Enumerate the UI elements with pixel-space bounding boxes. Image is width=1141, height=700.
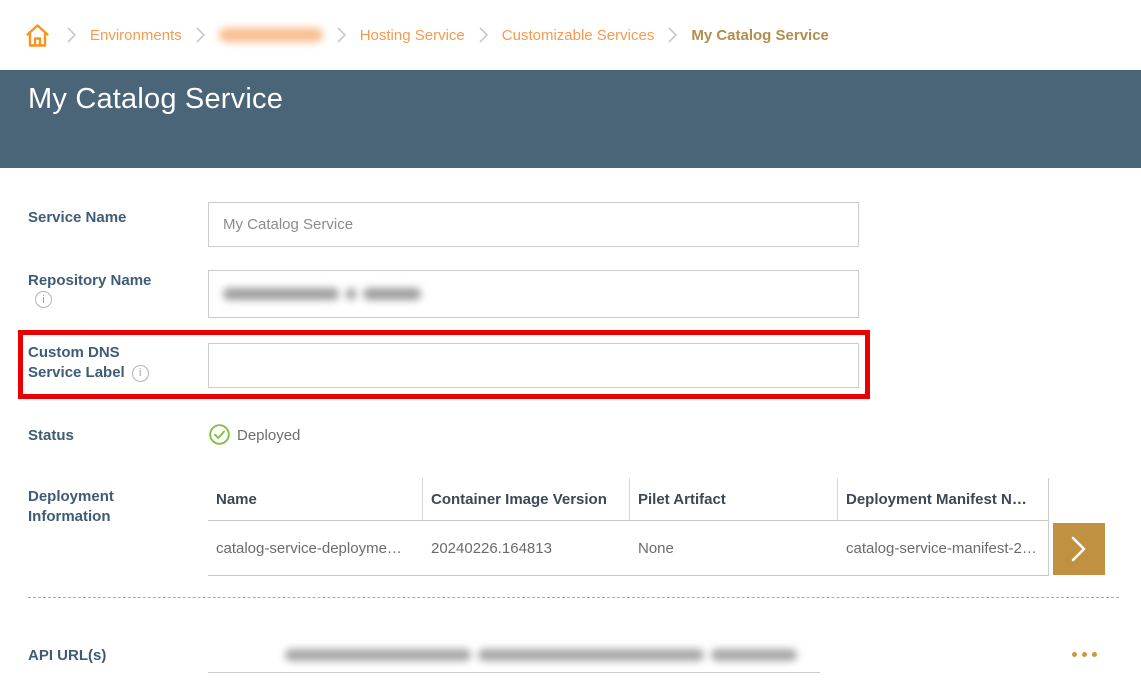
chevron-right-icon [668,27,677,43]
breadcrumb-item-environments[interactable]: Environments [90,27,182,44]
cell-pilet-artifact: None [630,540,838,557]
repository-name-input[interactable] [208,270,859,318]
column-header-name: Name [208,478,423,520]
custom-dns-label-line1: Custom DNS [28,343,149,363]
custom-dns-label-line2: Service Label [28,363,125,383]
page-header-band: My Catalog Service [0,70,1141,168]
ellipsis-icon[interactable] [1068,648,1101,661]
custom-dns-label: Custom DNS Service Label i [28,343,149,383]
repository-name-info-icon[interactable]: i [35,291,52,308]
home-icon[interactable] [24,22,51,49]
table-row[interactable]: catalog-service-deployme… 20240226.16481… [208,521,1048,576]
chevron-right-icon [196,27,205,43]
column-header-deployment-manifest: Deployment Manifest N… [838,478,1048,520]
breadcrumb-item-customizable-services[interactable]: Customizable Services [502,27,655,44]
breadcrumb-item-current: My Catalog Service [691,27,829,44]
service-name-input[interactable]: My Catalog Service [208,202,859,247]
page-title: My Catalog Service [28,83,283,116]
breadcrumb: Environments Hosting Service Customizabl… [0,0,1141,70]
deployment-table: Name Container Image Version Pilet Artif… [208,478,1049,576]
status-value: Deployed [237,427,300,444]
custom-dns-input[interactable] [208,343,859,388]
breadcrumb-item-hosting-service[interactable]: Hosting Service [360,27,465,44]
custom-dns-info-icon[interactable]: i [132,365,149,382]
cell-deployment-manifest: catalog-service-manifest-2… [838,540,1048,557]
service-name-value: My Catalog Service [223,216,353,233]
cell-container-image-version: 20240226.164813 [423,540,630,557]
status-label: Status [28,426,74,446]
breadcrumb-item-redacted[interactable] [219,28,323,42]
section-divider [28,597,1119,598]
deployment-information-label: Deployment Information [28,487,114,527]
api-urls-label: API URL(s) [28,646,106,666]
cell-name: catalog-service-deployme… [208,540,423,557]
service-name-label: Service Name [28,208,126,228]
column-header-pilet-artifact: Pilet Artifact [630,478,838,520]
chevron-right-icon [479,27,488,43]
row-detail-arrow-button[interactable] [1053,523,1105,575]
repository-name-label: Repository Name [28,271,151,291]
chevron-right-icon [1071,536,1087,562]
catalog-service-page: Environments Hosting Service Customizabl… [0,0,1141,700]
chevron-right-icon [67,27,76,43]
check-circle-icon [209,424,230,450]
api-url-underline [208,672,820,673]
repository-name-redacted-value [223,288,421,300]
chevron-right-icon [337,27,346,43]
api-url-redacted-value [285,649,797,661]
column-header-container-image-version: Container Image Version [423,478,630,520]
deployment-table-header: Name Container Image Version Pilet Artif… [208,478,1048,521]
